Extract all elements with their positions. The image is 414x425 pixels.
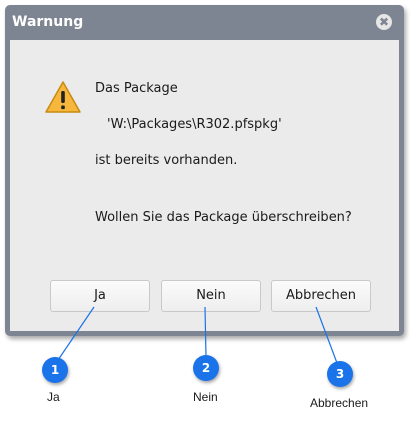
callout-badge-2: 2 — [193, 355, 219, 381]
callout-caption-2: Nein — [193, 390, 218, 404]
callout-caption-3: Abbrechen — [310, 396, 369, 410]
callout-line-1 — [55, 306, 95, 364]
callout-line-2 — [204, 306, 207, 358]
callout-caption-1: Ja — [47, 390, 60, 404]
callout-badge-3: 3 — [327, 361, 353, 387]
callout-line-3 — [315, 306, 338, 364]
callout-badge-1: 1 — [42, 357, 68, 383]
